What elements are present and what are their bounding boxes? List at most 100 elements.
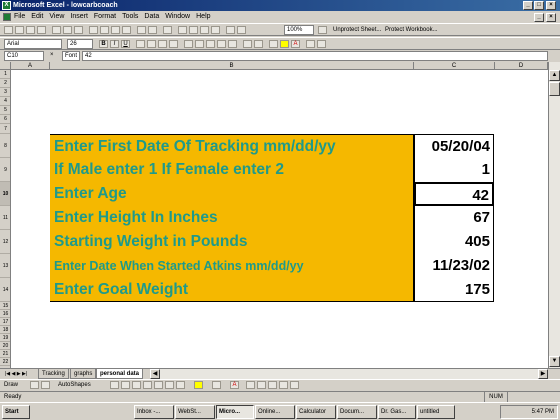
font-color-icon[interactable]: A [291,40,300,48]
fill-color-icon[interactable] [280,40,289,48]
close-button[interactable]: × [546,1,556,10]
align-left-icon[interactable] [136,40,145,48]
spelling-icon[interactable] [74,26,83,34]
excel-app-icon[interactable]: X [2,1,11,10]
label-cell-height[interactable]: Enter Height In Inches [50,206,414,230]
taskbar-item-webstudio[interactable]: WebSt... [175,405,215,419]
paste-icon[interactable] [111,26,120,34]
protect-workbook-button[interactable]: Protect Workbook... [385,25,438,35]
autosum-icon[interactable] [178,26,187,34]
function-icon[interactable] [189,26,198,34]
clipart-icon[interactable] [176,381,185,389]
decrease-decimal-icon[interactable] [228,40,237,48]
align-center-icon[interactable] [147,40,156,48]
menu-view[interactable]: View [49,11,64,23]
scroll-thumb[interactable] [549,82,560,96]
column-header-d[interactable]: D [495,62,548,70]
align-right-icon[interactable] [158,40,167,48]
decrease-indent-icon[interactable] [243,40,252,48]
vertical-scrollbar[interactable]: ▲ ▼ [548,62,560,368]
underline-button[interactable]: U [121,40,130,48]
tab-tracking[interactable]: Tracking [38,369,69,379]
line-color-icon[interactable] [212,381,221,389]
menu-tools[interactable]: Tools [122,11,138,23]
unprotect-sheet-button[interactable]: Unprotect Sheet... [333,25,381,35]
taskbar-item-calculator[interactable]: Calculator [296,405,336,419]
autoshapes-menu-button[interactable]: AutoShapes [58,380,91,390]
doc-close-button[interactable]: × [546,13,556,22]
cancel-formula-icon[interactable]: × [48,51,62,61]
label-cell-atkins-date[interactable]: Enter Date When Started Atkins mm/dd/yy [50,254,414,278]
minimize-button[interactable]: _ [523,1,533,10]
label-cell-first-date[interactable]: Enter First Date Of Tracking mm/dd/yy [50,134,414,158]
comma-icon[interactable] [206,40,215,48]
dash-style-icon[interactable] [257,381,266,389]
system-clock[interactable]: 5:47 PM [500,405,558,419]
value-cell-first-date[interactable]: 05/20/04 [414,134,494,158]
sort-ascending-icon[interactable] [200,26,209,34]
name-box[interactable]: C10 [4,51,44,61]
doc-minimize-button[interactable]: _ [534,13,544,22]
value-cell-starting-weight[interactable]: 405 [414,230,494,254]
new-icon[interactable] [4,26,13,34]
line-icon[interactable] [110,381,119,389]
menu-edit[interactable]: Edit [31,11,43,23]
column-header-a[interactable]: A [11,62,50,70]
select-objects-icon[interactable] [30,381,39,389]
taskbar-item-dr-gas[interactable]: Dr. Gas... [378,405,416,419]
redo-icon[interactable] [148,26,157,34]
hyperlink-icon[interactable] [163,26,172,34]
maximize-button[interactable]: □ [534,1,544,10]
taskbar-item-excel[interactable]: Micro... [216,405,254,419]
help-icon[interactable] [318,26,327,34]
taskbar-item-inbox[interactable]: Inbox -... [134,405,174,419]
free-rotate-icon[interactable] [41,381,50,389]
wordart-icon[interactable] [165,381,174,389]
taskbar-item-document[interactable]: Docum... [337,405,377,419]
tab-personal-data[interactable]: personal data [96,369,144,379]
start-button[interactable]: Start [2,405,30,419]
menu-format[interactable]: Format [94,11,116,23]
hscroll-right-icon[interactable]: ▶ [538,369,548,379]
value-cell-gender[interactable]: 1 [414,158,494,182]
label-cell-age[interactable]: Enter Age [50,182,414,206]
rectangle-icon[interactable] [132,381,141,389]
undo-icon[interactable] [137,26,146,34]
font-size-select[interactable]: 26 [67,39,93,49]
label-cell-gender[interactable]: If Male enter 1 If Female enter 2 [50,158,414,182]
scroll-down-icon[interactable]: ▼ [549,356,560,367]
sort-descending-icon[interactable] [211,26,220,34]
value-cell-age-selected[interactable]: 42 [414,182,494,206]
value-cell-height[interactable]: 67 [414,206,494,230]
column-header-c[interactable]: C [414,62,495,70]
zoom-select[interactable]: 100% [284,25,314,35]
column-header-b[interactable]: B [50,62,414,70]
increase-decimal-icon[interactable] [217,40,226,48]
bold-button[interactable]: B [99,40,108,48]
borders-icon[interactable] [269,40,278,48]
print-icon[interactable] [52,26,61,34]
menu-help[interactable]: Help [196,11,210,23]
italic-button[interactable]: I [110,40,119,48]
workbook-icon[interactable] [3,13,11,21]
arrow-style-icon[interactable] [268,381,277,389]
line-style-icon[interactable] [246,381,255,389]
format-painter-icon[interactable] [122,26,131,34]
scroll-up-icon[interactable]: ▲ [549,70,560,81]
3d-icon[interactable] [290,381,299,389]
hscroll-left-icon[interactable]: ◀ [150,369,160,379]
font-select[interactable]: Arial [4,39,62,49]
email-icon[interactable] [37,26,46,34]
arrow-icon[interactable] [121,381,130,389]
taskbar-item-online[interactable]: Online... [255,405,295,419]
formula-input[interactable]: 42 [82,51,548,61]
oval-icon[interactable] [143,381,152,389]
draw-font-color-icon[interactable]: A [230,381,239,389]
print-preview-icon[interactable] [63,26,72,34]
percent-icon[interactable] [195,40,204,48]
tab-scroll-buttons[interactable]: |◀ ◀ ▶ ▶| [2,369,31,379]
draw-fill-color-icon[interactable] [194,381,203,389]
menu-file[interactable]: File [14,11,25,23]
horizontal-scrollbar[interactable] [160,369,538,379]
currency-icon[interactable] [184,40,193,48]
